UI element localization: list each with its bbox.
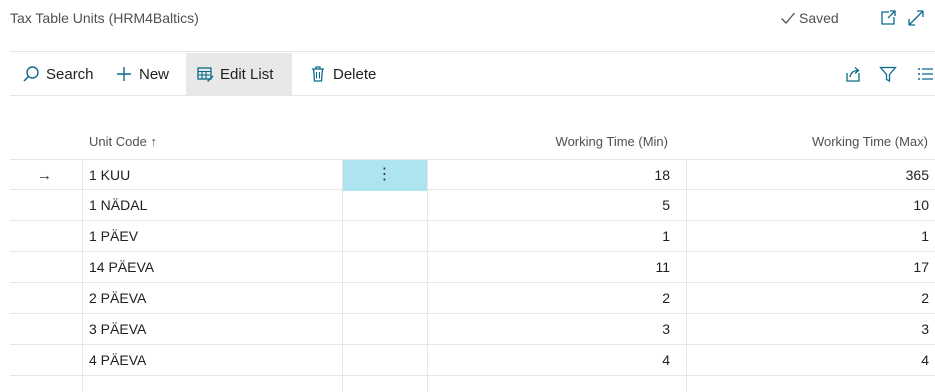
page-header: Tax Table Units (HRM4Baltics) Saved <box>0 0 935 38</box>
column-divider <box>82 376 83 392</box>
column-divider <box>686 345 687 376</box>
saved-label: Saved <box>799 10 839 26</box>
plus-icon <box>117 67 131 81</box>
column-divider <box>342 190 343 221</box>
search-label: Search <box>46 65 94 83</box>
working-time-max-cell[interactable]: 17 <box>690 252 929 283</box>
column-divider <box>82 221 83 252</box>
column-divider <box>427 190 428 221</box>
column-divider <box>82 283 83 314</box>
unit-code-cell[interactable]: 1 KUU <box>89 160 130 191</box>
unit-code-cell[interactable]: 1 PÄEV <box>89 221 138 252</box>
column-divider <box>82 160 83 191</box>
saved-status: Saved <box>780 10 839 26</box>
edit-list-label: Edit List <box>220 65 274 83</box>
checkmark-icon <box>781 12 795 24</box>
column-header-unit-code[interactable]: Unit Code ↑ <box>89 134 157 149</box>
column-divider <box>686 314 687 345</box>
working-time-max-cell[interactable]: 4 <box>690 345 929 376</box>
working-time-min-cell[interactable]: 11 <box>430 252 670 283</box>
column-divider <box>427 252 428 283</box>
working-time-max-cell[interactable]: 2 <box>690 283 929 314</box>
column-divider <box>686 190 687 221</box>
column-divider <box>82 314 83 345</box>
new-label: New <box>139 65 170 83</box>
column-divider <box>342 252 343 283</box>
column-divider <box>342 345 343 376</box>
action-bar: Search New Edit List Delete <box>10 53 935 95</box>
share-icon[interactable] <box>844 65 862 83</box>
row-actions-menu-button[interactable]: ⋮ <box>342 160 427 191</box>
working-time-min-cell[interactable]: 3 <box>430 314 670 345</box>
working-time-min-cell[interactable]: 1 <box>430 221 670 252</box>
column-header-label: Unit Code <box>89 134 147 149</box>
selected-row-arrow-icon: → <box>37 167 52 184</box>
column-divider <box>686 252 687 283</box>
working-time-max-cell[interactable]: 10 <box>690 190 929 221</box>
table-row[interactable]: 4 PÄEVA 4 4 <box>10 345 935 376</box>
edit-list-icon <box>197 67 214 82</box>
column-header-working-time-min[interactable]: Working Time (Min) <box>480 134 668 149</box>
working-time-max-cell[interactable]: 3 <box>690 314 929 345</box>
table-row[interactable]: 14 PÄEVA 11 17 <box>10 252 935 283</box>
column-divider <box>686 160 687 191</box>
page-title: Tax Table Units (HRM4Baltics) <box>10 10 199 26</box>
column-divider <box>686 283 687 314</box>
edit-list-button[interactable]: Edit List <box>186 53 292 95</box>
column-divider <box>342 221 343 252</box>
open-in-new-window-icon[interactable] <box>879 9 897 27</box>
column-divider <box>342 160 343 191</box>
column-divider <box>427 345 428 376</box>
search-button[interactable]: Search <box>12 53 104 95</box>
unit-code-cell[interactable]: 1 NÄDAL <box>89 190 147 221</box>
table-row[interactable]: 1 NÄDAL 5 10 <box>10 190 935 221</box>
working-time-min-cell[interactable]: 18 <box>430 160 670 191</box>
working-time-min-cell[interactable]: 4 <box>430 345 670 376</box>
trash-icon <box>312 66 324 82</box>
unit-code-cell[interactable]: 2 PÄEVA <box>89 283 146 314</box>
column-divider <box>427 221 428 252</box>
column-divider <box>427 283 428 314</box>
table-row[interactable]: 3 PÄEVA 3 3 <box>10 314 935 345</box>
column-divider <box>427 160 428 191</box>
working-time-max-cell[interactable]: 365 <box>690 160 929 191</box>
divider <box>10 51 935 52</box>
table-row[interactable]: 1 PÄEV 1 1 <box>10 221 935 252</box>
working-time-min-cell[interactable]: 2 <box>430 283 670 314</box>
filter-icon[interactable] <box>879 65 897 83</box>
column-divider <box>342 283 343 314</box>
more-options-icon: ⋮ <box>376 166 393 183</box>
delete-button[interactable]: Delete <box>299 53 386 95</box>
unit-code-cell[interactable]: 14 PÄEVA <box>89 252 154 283</box>
column-divider <box>342 314 343 345</box>
divider <box>10 95 935 96</box>
column-divider <box>342 376 343 392</box>
working-time-max-cell[interactable]: 1 <box>690 221 929 252</box>
column-divider <box>427 314 428 345</box>
unit-code-cell[interactable]: 3 PÄEVA <box>89 314 146 345</box>
column-header-working-time-max[interactable]: Working Time (Max) <box>740 134 928 149</box>
unit-code-cell[interactable]: 4 PÄEVA <box>89 345 146 376</box>
expand-icon[interactable] <box>907 9 925 27</box>
table-row[interactable]: 2 PÄEVA 2 2 <box>10 283 935 314</box>
sort-ascending-icon: ↑ <box>150 134 157 149</box>
column-divider <box>82 345 83 376</box>
column-divider <box>686 376 687 392</box>
table-row[interactable]: → 1 KUU ⋮ 18 365 <box>10 159 935 191</box>
column-divider <box>427 376 428 392</box>
new-button[interactable]: New <box>105 53 179 95</box>
delete-label: Delete <box>333 65 377 83</box>
column-divider <box>686 221 687 252</box>
list-view-icon[interactable] <box>916 65 934 83</box>
search-icon <box>23 66 39 82</box>
table-row-partial <box>10 376 935 392</box>
column-divider <box>82 190 83 221</box>
working-time-min-cell[interactable]: 5 <box>430 190 670 221</box>
column-divider <box>82 252 83 283</box>
